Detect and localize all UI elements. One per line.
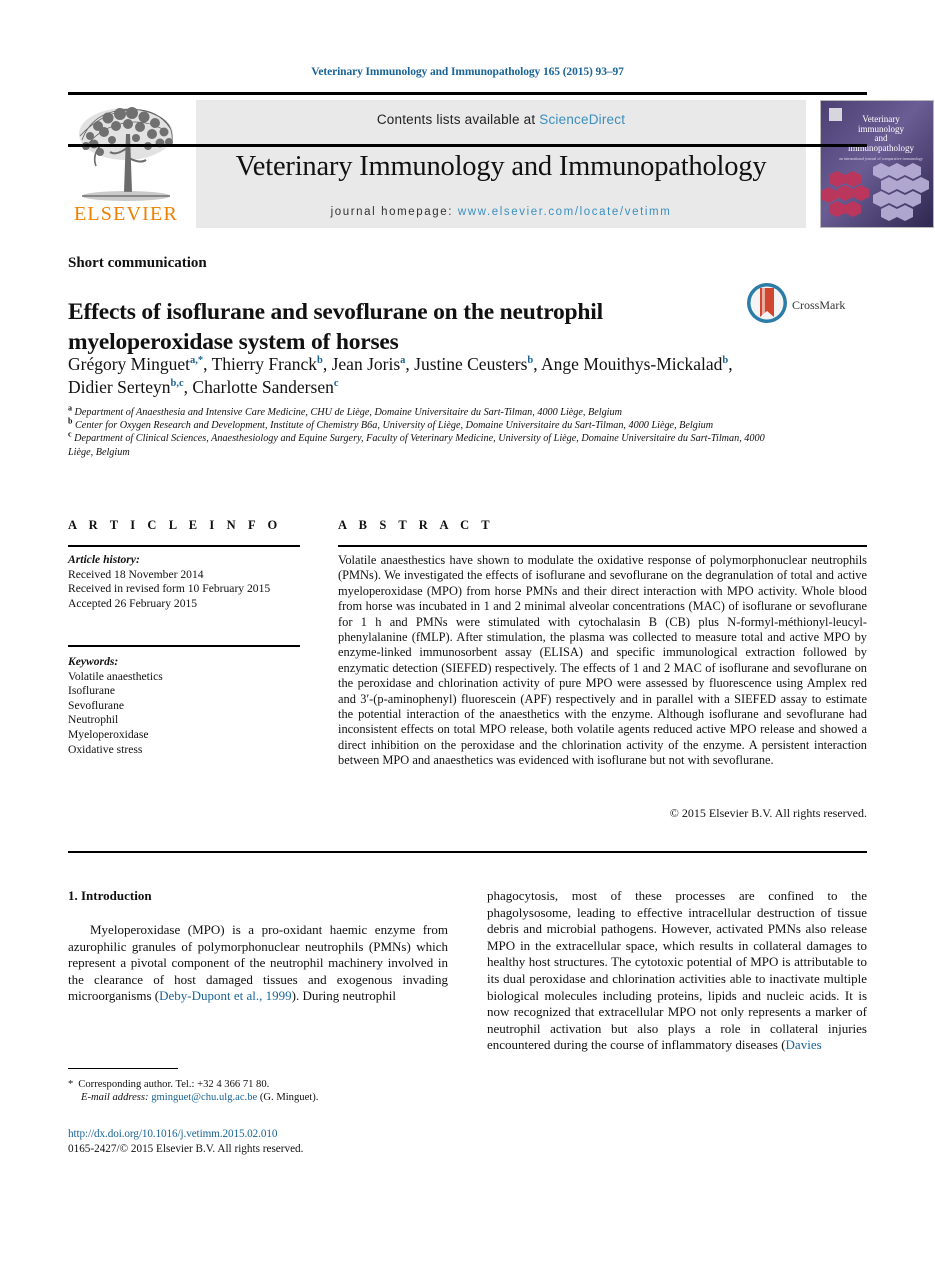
abstract-bottom-rule <box>68 851 867 853</box>
author-affiliation-marker: b <box>527 355 534 367</box>
affiliation-marker: c <box>68 430 72 440</box>
affiliation-row: b Center for Oxygen Research and Develop… <box>68 416 714 432</box>
sciencedirect-link[interactable]: ScienceDirect <box>539 112 625 127</box>
page-title: Effects of isoflurane and sevoflurane on… <box>68 298 603 355</box>
email-suffix: (G. Minguet). <box>259 1092 319 1104</box>
elsevier-wordmark: ELSEVIER <box>73 203 179 225</box>
abstract-rule <box>338 545 867 547</box>
journal-cover-thumbnail: Veterinary immunology and immunopatholog… <box>820 100 934 228</box>
author-name[interactable]: Didier Serteyn <box>68 377 171 397</box>
body-column-left: 1. Introduction Myeloperoxidase (MPO) is… <box>68 888 448 1005</box>
keywords-block: Keywords: Volatile anaesthetics Isofluran… <box>68 655 300 757</box>
homepage-url-link[interactable]: www.elsevier.com/locate/vetimm <box>458 206 672 218</box>
author-list: Grégory Mingueta,*, Thierry Franckb, Jea… <box>68 354 733 397</box>
author-affiliation-marker: a,* <box>190 355 204 367</box>
svg-text:an international journal of co: an international journal of comparative … <box>839 156 923 161</box>
keywords-rule <box>68 645 300 647</box>
keyword-item: Sevoflurane <box>68 698 125 712</box>
journal-title: Veterinary Immunology and Immunopatholog… <box>235 150 767 182</box>
keyword-item: Isoflurane <box>68 684 115 698</box>
journal-homepage-line: journal homepage: www.elsevier.com/locat… <box>331 206 672 218</box>
keywords-items: Volatile anaesthetics Isoflurane Sevoflura… <box>68 670 300 758</box>
doi-link[interactable]: http://dx.doi.org/10.1016/j.vetimm.2015.… <box>68 1128 277 1140</box>
issn-copyright-line: 0165-2427/© 2015 Elsevier B.V. All right… <box>68 1143 304 1155</box>
keyword-item: Neutrophil <box>68 713 119 727</box>
abstract-copyright: © 2015 Elsevier B.V. All rights reserved… <box>669 806 867 820</box>
author-affiliation-marker: c <box>333 378 339 390</box>
author-name[interactable]: Grégory Minguet <box>68 354 190 374</box>
abstract-heading: A B S T R A C T <box>338 518 495 532</box>
citation-davies[interactable]: Davies <box>786 1037 822 1052</box>
corresponding-marker: * <box>68 1079 74 1090</box>
elsevier-logo: ELSEVIER <box>70 100 182 228</box>
author-name[interactable]: Jean Joris <box>332 354 401 374</box>
intro-right-pre: phagocytosis, most of these processes ar… <box>487 888 867 1053</box>
elsevier-tree-icon <box>79 107 173 201</box>
running-head: Veterinary Immunology and Immunopatholog… <box>311 66 624 78</box>
contents-prefix: Contents lists available at <box>376 112 540 127</box>
author-name[interactable]: Ange Mouithys-Mickalad <box>541 354 722 374</box>
crossmark-label: CrossMark <box>792 298 846 312</box>
keywords-label: Keywords: <box>68 655 119 668</box>
article-history-items: Received 18 November 2014 Received in rev… <box>68 568 313 612</box>
article-info-heading: A R T I C L E I N F O <box>68 518 282 532</box>
svg-text:Veterinary: Veterinary <box>862 114 900 124</box>
body-column-right: phagocytosis, most of these processes ar… <box>487 888 867 1054</box>
keyword-item: Volatile anaesthetics <box>68 669 163 683</box>
author-name[interactable]: Thierry Franck <box>212 354 317 374</box>
email-line: E-mail address: gminguet@chu.ulg.ac.be (… <box>68 1091 448 1104</box>
corresponding-author-line: * Corresponding author. Tel.: +32 4 366 7… <box>68 1078 448 1091</box>
crossmark-icon <box>747 283 787 323</box>
crossmark-badge[interactable]: CrossMark <box>745 281 861 331</box>
journal-masthead: ELSEVIER Contents lists available at Sci… <box>68 92 934 232</box>
article-history-item: Accepted 26 February 2015 <box>68 596 198 610</box>
intro-paragraph-left: Myeloperoxidase (MPO) is a pro-oxidant h… <box>68 922 448 1005</box>
article-history-label: Article history: <box>68 553 140 566</box>
article-history-item: Received in revised form 10 February 201… <box>68 582 271 596</box>
corresponding-author-note: * Corresponding author. Tel.: +32 4 366 7… <box>68 1078 448 1104</box>
article-type-label: Short communication <box>68 255 207 271</box>
keyword-item: Myeloperoxidase <box>68 727 149 741</box>
intro-left-post: ). During neutrophil <box>291 988 396 1004</box>
affiliation-list: a Department of Anaesthesia and Intensiv… <box>68 403 768 459</box>
affiliation-row: c Department of Clinical Sciences, Anaes… <box>68 430 765 458</box>
journal-cover-art: Veterinary immunology and immunopatholog… <box>821 101 933 227</box>
article-history: Article history: Received 18 November 20… <box>68 553 313 611</box>
author-affiliation-marker: b <box>722 355 729 367</box>
corresponding-text: Corresponding author. Tel.: +32 4 366 71… <box>78 1079 270 1090</box>
article-page: Veterinary Immunology and Immunopatholog… <box>0 0 935 1266</box>
journal-band: Contents lists available at ScienceDirec… <box>196 100 806 228</box>
contents-line: Contents lists available at ScienceDirec… <box>377 112 625 127</box>
author-affiliation-marker: b,c <box>170 378 184 390</box>
email-label: E-mail address: <box>81 1092 149 1104</box>
author-name[interactable]: Charlotte Sandersen <box>192 377 333 397</box>
footnote-rule <box>68 1068 178 1070</box>
svg-text:and: and <box>875 133 888 143</box>
article-history-item: Received 18 November 2014 <box>68 567 204 581</box>
author-affiliation-marker: b <box>317 355 323 367</box>
article-info-rule <box>68 545 300 547</box>
email-link[interactable]: gminguet@chu.ulg.ac.be <box>151 1092 257 1103</box>
keyword-item: Oxidative stress <box>68 742 143 756</box>
author-name[interactable]: Justine Ceusters <box>414 354 527 374</box>
affiliation-marker: a <box>68 403 72 413</box>
masthead-top-rule <box>68 92 867 95</box>
affiliation-marker: b <box>68 416 73 426</box>
intro-paragraph-right: phagocytosis, most of these processes ar… <box>487 888 867 1054</box>
abstract-text: Volatile anaesthestics have shown to mod… <box>338 553 867 768</box>
affiliation-row: a Department of Anaesthesia and Intensiv… <box>68 403 622 418</box>
author-affiliation-marker: a <box>400 355 406 367</box>
citation-deby-dupont[interactable]: Deby-Dupont et al., 1999 <box>159 988 292 1003</box>
masthead-bottom-rule <box>68 144 867 147</box>
section-heading-introduction: 1. Introduction <box>68 888 152 903</box>
homepage-prefix: journal homepage: <box>330 206 458 218</box>
